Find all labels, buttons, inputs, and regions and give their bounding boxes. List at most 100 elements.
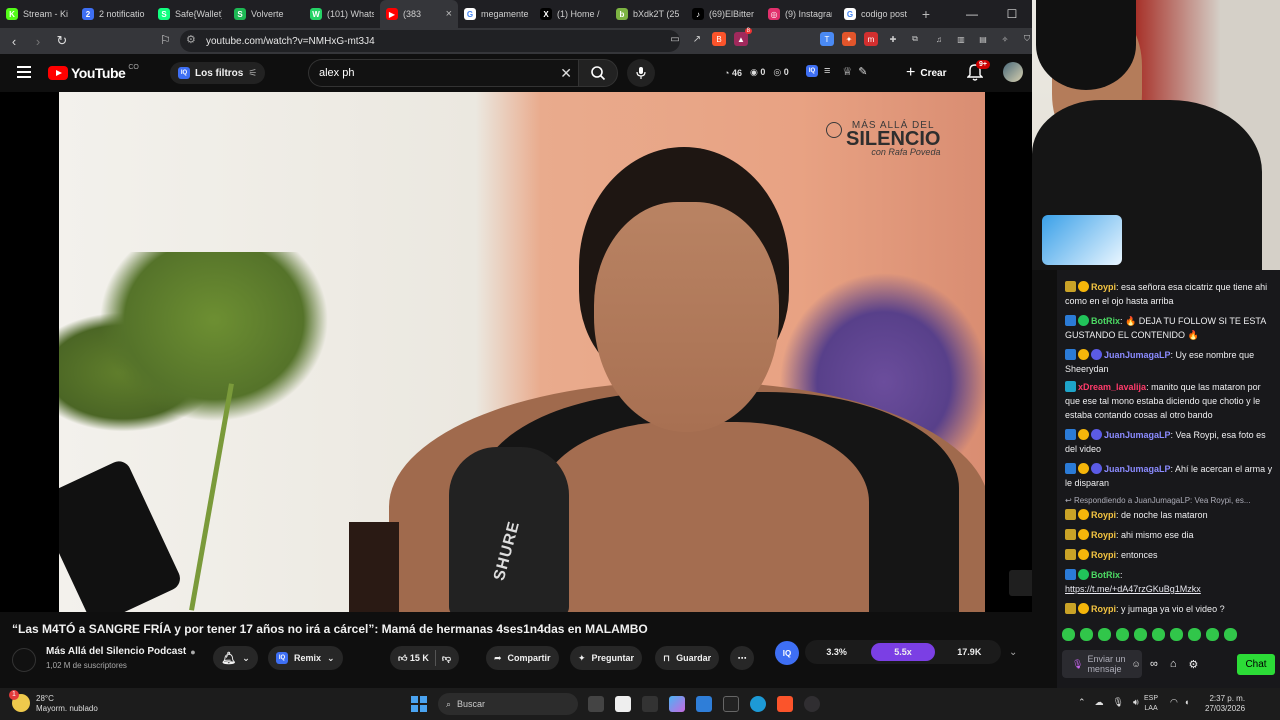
chat-username[interactable]: Roypi [1091,550,1116,560]
iq-header-icon[interactable]: IQ [806,65,818,77]
account-avatar[interactable] [1003,62,1023,82]
emote-icon[interactable] [1134,628,1147,641]
speaker-icon[interactable]: ◖ [1184,697,1189,708]
taskbar-search[interactable]: ⌕ Buscar [438,693,578,715]
subscribe-bell-button[interactable]: 🔔︎ ⌄ [213,646,258,670]
chat-input[interactable]: 🎙︎ Enviar un mensaje ☺ [1062,650,1142,678]
wifi-icon[interactable]: ◠ [1170,697,1178,708]
emote-icon[interactable] [1080,628,1093,641]
emote-icon[interactable] [1062,628,1075,641]
emoji-icon[interactable]: ☺ [1131,659,1140,669]
edit-icon[interactable]: ✎ [858,65,867,78]
chevron-down-icon[interactable]: ⌄ [1009,647,1017,658]
search-button[interactable] [578,59,618,87]
points-icon[interactable]: ∞ [1150,658,1158,671]
clock[interactable]: 2:37 p. m. 27/03/2026 [1205,694,1245,714]
voice-search-button[interactable] [627,59,655,87]
video-player[interactable]: SHURE MÁS ALLÁ DEL SILENCIO con Rafa Pov… [0,92,1032,612]
like-button[interactable]: 👍︎ 15 K [398,653,429,664]
clear-search-icon[interactable]: ✕ [560,65,572,82]
list-icon[interactable]: ≡ [824,65,830,78]
terminal-icon[interactable] [723,696,739,712]
extension-icon-3[interactable]: m [864,32,878,46]
create-button[interactable]: + Crear [898,61,954,85]
browser-tab[interactable]: W (101) Whats [304,0,380,28]
send-chat-button[interactable]: Chat [1237,654,1275,675]
browser-tab[interactable]: Gcodigo post [838,0,914,28]
iq-panel-icon[interactable]: IQ [775,641,799,665]
ask-button[interactable]: ✦ Preguntar [570,646,643,670]
chat-username[interactable]: JuanJumagaLP [1104,430,1171,440]
chat-username[interactable]: JuanJumagaLP [1104,350,1171,360]
channel-avatar[interactable] [12,648,36,672]
store-icon[interactable]: ⌂ [1170,658,1177,671]
weather-widget[interactable]: 1 28°C Mayorm. nublado [9,690,98,714]
emote-icon[interactable] [1116,628,1129,641]
chat-username[interactable]: Roypi [1091,530,1116,540]
bookmark-icon[interactable]: ⚐ [160,33,171,47]
chat-username[interactable]: BotRix [1091,316,1120,326]
close-tab-icon[interactable]: × [446,8,452,20]
browser-tab[interactable]: 2 2 notificatio [76,0,152,28]
edge-icon[interactable] [750,696,766,712]
brave-icon[interactable] [777,696,793,712]
mic-tray-icon[interactable]: 🎙︎ [1113,697,1124,708]
emote-icon[interactable] [1098,628,1111,641]
chat-username[interactable]: Roypi [1091,510,1116,520]
chat-username[interactable]: BotRix [1091,570,1120,580]
url-field[interactable]: ⚙ youtube.com/watch?v=NMHxG-mt3J4 [180,30,680,52]
maximize-icon[interactable]: ☐ [992,0,1032,28]
chat-scrollbar[interactable] [1274,270,1280,688]
brave-rewards-icon[interactable]: ▲ 8 [734,28,752,46]
extension-icon-2[interactable]: ✦ [842,32,856,46]
share-icon[interactable]: ↗ [690,32,704,46]
volume-icon[interactable]: 🔊︎ [1133,697,1139,708]
search-input[interactable]: alex ph ✕ [308,59,578,87]
emote-icon[interactable] [1170,628,1183,641]
trophy-icon[interactable]: ♕ [842,65,852,78]
media-icon[interactable]: ♫ [932,32,946,46]
browser-tab[interactable]: ♪ (69)ElBitter [686,0,762,28]
save-button[interactable]: ⊓ Guardar [655,646,720,670]
chevron-up-icon[interactable]: ⌃ [1078,697,1086,708]
emote-icon[interactable] [1224,628,1237,641]
settings-icon[interactable]: ⚙ [1189,658,1199,671]
language-indicator[interactable]: ESP LAA [1144,694,1158,714]
sidebar-icon[interactable]: ▥ [954,32,968,46]
browser-tab[interactable]: ▶ (383 × [380,0,458,28]
dislike-button[interactable]: 👎︎ [442,653,451,664]
puzzle-icon[interactable]: ✚ [886,32,900,46]
brave-shield-icon[interactable]: B [712,32,726,46]
browser-tab[interactable]: b bXdk2T (25 [610,0,686,28]
browser-tab[interactable]: Gmegamente [458,0,534,28]
cloud-icon[interactable]: ☁ [1095,697,1104,708]
copilot-icon[interactable] [669,696,685,712]
browser-tab[interactable]: S Volverte [228,0,304,28]
file-explorer-icon[interactable] [588,696,604,712]
browser-tab[interactable]: K Stream - Ki [0,0,76,28]
back-icon[interactable]: ‹ [4,31,24,51]
browser-tab[interactable]: X (1) Home / [534,0,610,28]
translate-icon[interactable]: T [820,32,834,46]
emote-icon[interactable] [1152,628,1165,641]
emote-icon[interactable] [1206,628,1219,641]
reload-icon[interactable]: ↻ [52,31,72,51]
extension-icon-5[interactable]: ⧉ [908,32,922,46]
chat-username[interactable]: Roypi [1091,604,1116,614]
obs-icon[interactable] [804,696,820,712]
site-settings-icon[interactable]: ⚙ [186,33,196,46]
capcut-icon[interactable] [615,696,631,712]
more-button[interactable]: ⋯ [730,646,754,670]
cast-icon[interactable]: ▭ [668,32,682,46]
photos-icon[interactable] [696,696,712,712]
youtube-logo[interactable]: YouTube CO [48,64,139,81]
chat-username[interactable]: Roypi [1091,282,1116,292]
channel-name[interactable]: Más Allá del Silencio Podcast ● [46,646,196,657]
forward-icon[interactable]: › [28,31,48,51]
wallet-icon[interactable]: ▤ [976,32,990,46]
emote-icon[interactable] [1188,628,1201,641]
browser-tab[interactable]: S Safe{Wallet} [152,0,228,28]
leo-icon[interactable]: ✧ [998,32,1012,46]
browser-tab[interactable]: ◎ (9) Instagram [762,0,838,28]
minimize-icon[interactable]: — [952,0,992,28]
